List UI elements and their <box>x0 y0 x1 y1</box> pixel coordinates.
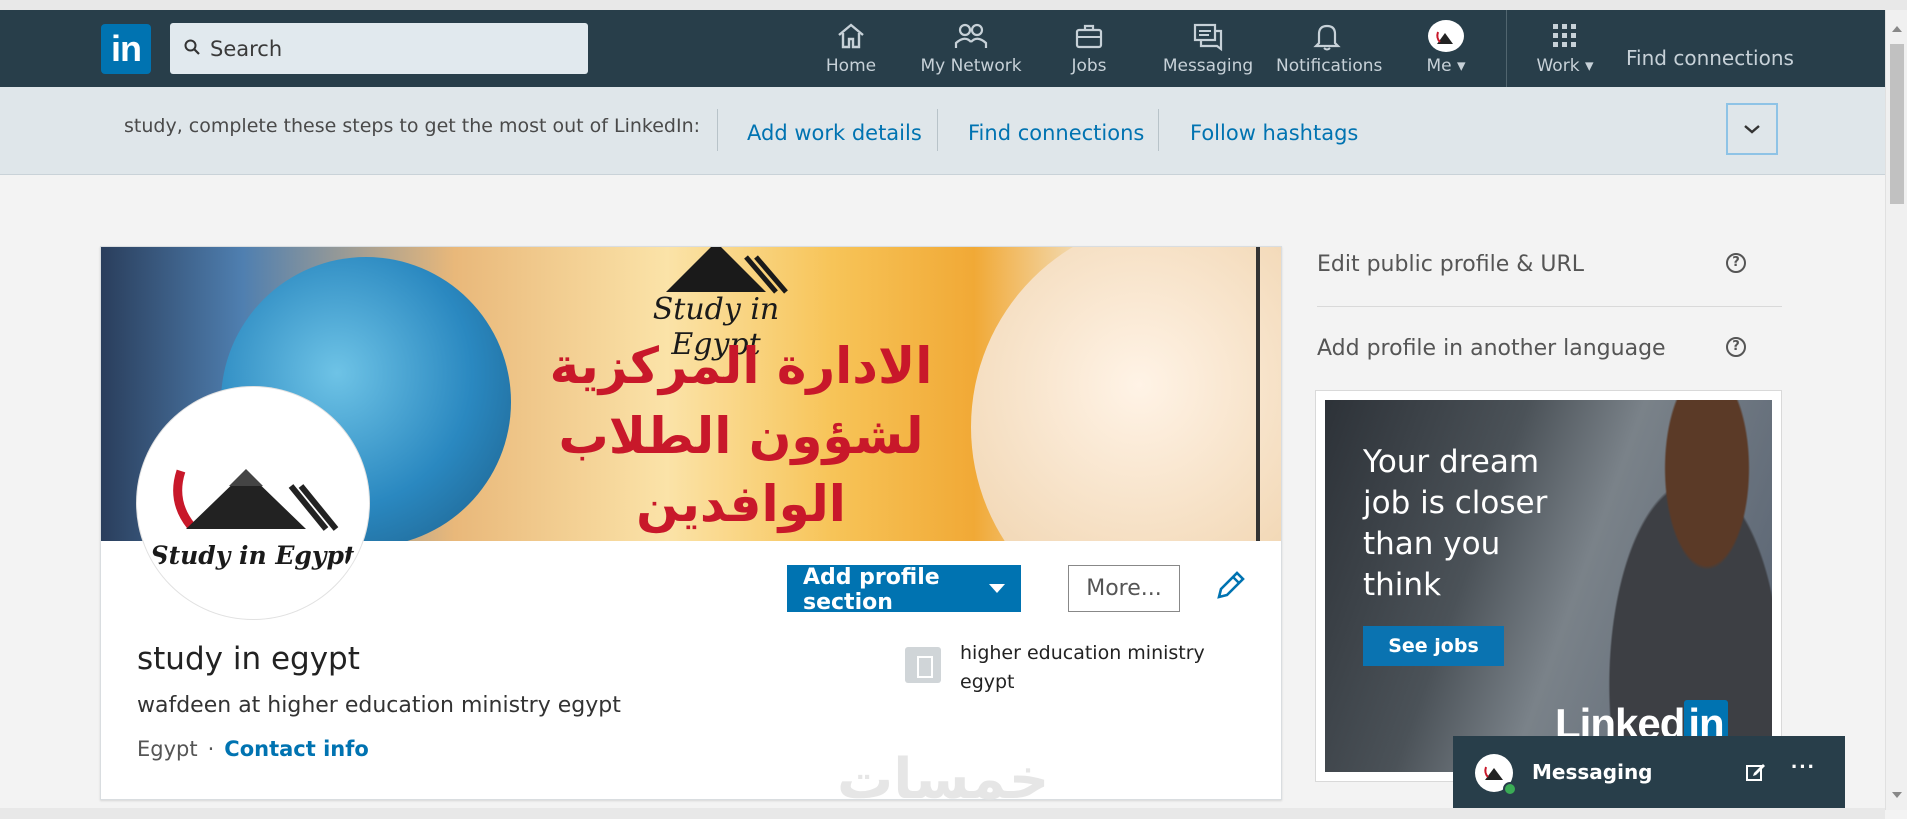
nav-home-label: Home <box>825 56 877 76</box>
globe-graphic <box>971 247 1281 541</box>
grid-icon <box>1553 24 1576 47</box>
messaging-title: Messaging <box>1532 760 1653 784</box>
collapse-button[interactable] <box>1726 103 1778 155</box>
more-button[interactable]: More... <box>1068 565 1180 612</box>
nav-my-network-label: My Network <box>920 56 1022 76</box>
onboarding-divider <box>1158 109 1159 151</box>
study-in-egypt-logo-icon <box>1436 31 1453 44</box>
onboarding-divider <box>937 109 938 151</box>
cover-arabic-line: لشؤون الطلاب <box>558 407 924 465</box>
separator-dot: · <box>207 737 215 761</box>
company-icon <box>905 647 941 683</box>
linkedin-logo[interactable]: in <box>101 24 151 74</box>
nav-notifications-label: Notifications <box>1276 56 1383 76</box>
search-box[interactable] <box>170 23 588 74</box>
nav-work-label: Work <box>1536 56 1580 76</box>
scroll-down-arrow-icon[interactable] <box>1892 792 1902 798</box>
cover-arabic-line: الوافدين <box>636 475 846 533</box>
profile-headline: wafdeen at higher education ministry egy… <box>137 693 621 718</box>
help-icon[interactable]: ? <box>1726 253 1746 273</box>
online-status-dot <box>1503 782 1517 796</box>
pencil-icon[interactable] <box>1213 569 1247 603</box>
onboarding-intro: study, complete these steps to get the m… <box>124 115 701 137</box>
profile-card: Study in Egypt الادارة المركزية لشؤون ال… <box>100 246 1282 812</box>
watermark: خمسات <box>837 747 1050 812</box>
messaging-icon <box>1193 23 1223 52</box>
home-icon <box>838 23 864 49</box>
scrollbar-thumb[interactable] <box>1890 44 1904 204</box>
messaging-dock[interactable]: Messaging ··· <box>1453 736 1845 808</box>
avatar <box>1428 20 1464 52</box>
nav-work[interactable]: Work ▾ <box>1530 20 1600 80</box>
horizontal-scroll-area <box>0 808 1885 819</box>
search-input[interactable] <box>210 23 580 74</box>
onboarding-divider <box>717 109 718 151</box>
more-options-icon[interactable]: ··· <box>1791 754 1816 780</box>
see-jobs-button[interactable]: See jobs <box>1363 626 1504 666</box>
profile-location-row: Egypt · Contact info <box>137 737 369 761</box>
company-name[interactable]: higher education ministry egypt <box>960 639 1250 697</box>
browser-chrome-top <box>0 0 1907 10</box>
step-add-work-details[interactable]: Add work details <box>747 121 922 145</box>
global-nav: in Home My Network Jobs <box>0 10 1885 87</box>
pyramid-logo-icon <box>666 247 788 294</box>
help-icon[interactable]: ? <box>1726 337 1746 357</box>
nav-notifications[interactable]: Notifications <box>1276 20 1383 80</box>
cover-decoration <box>1256 247 1260 541</box>
cover-arabic-line: الادارة المركزية <box>549 337 933 395</box>
job-ad[interactable]: Your dream job is closer than you think … <box>1325 400 1772 772</box>
network-icon <box>954 23 988 48</box>
chevron-down-icon: ▾ <box>1584 56 1594 76</box>
chevron-down-icon: ▾ <box>1457 56 1466 76</box>
ad-container: Your dream job is closer than you think … <box>1315 390 1782 782</box>
nav-me[interactable]: Me ▾ <box>1418 20 1474 80</box>
profile-name: study in egypt <box>137 641 360 677</box>
briefcase-icon <box>1075 24 1103 49</box>
add-profile-section-label: Add profile section <box>803 565 940 615</box>
nav-divider <box>1506 10 1507 87</box>
find-connections-link[interactable]: Find connections <box>1626 46 1794 70</box>
bell-icon <box>1313 24 1341 51</box>
nav-me-label: Me <box>1426 56 1452 76</box>
scroll-up-arrow-icon[interactable] <box>1892 26 1902 32</box>
contact-info-link[interactable]: Contact info <box>224 737 369 761</box>
nav-jobs[interactable]: Jobs <box>1068 20 1110 80</box>
edit-public-profile-link[interactable]: Edit public profile & URL <box>1317 252 1584 277</box>
profile-location: Egypt <box>137 737 198 761</box>
nav-jobs-label: Jobs <box>1071 56 1107 76</box>
nav-messaging[interactable]: Messaging <box>1162 20 1254 80</box>
caret-down-icon <box>989 584 1005 593</box>
add-profile-section-button[interactable]: Add profile section <box>787 565 1021 615</box>
step-follow-hashtags[interactable]: Follow hashtags <box>1190 121 1358 145</box>
chevron-down-icon <box>1744 125 1760 134</box>
photo-brand-text: Study in Egypt <box>150 541 356 570</box>
profile-photo[interactable]: Study in Egypt <box>137 387 369 619</box>
ad-headline: Your dream job is closer than you think <box>1363 444 1548 603</box>
compose-icon[interactable] <box>1745 760 1767 782</box>
search-icon <box>184 39 200 55</box>
add-profile-language-link[interactable]: Add profile in another language <box>1317 336 1666 361</box>
scrollbar[interactable] <box>1885 10 1907 810</box>
rail-divider <box>1317 306 1782 307</box>
step-find-connections[interactable]: Find connections <box>968 121 1144 145</box>
nav-messaging-label: Messaging <box>1162 56 1254 76</box>
nav-home[interactable]: Home <box>820 20 882 80</box>
nav-my-network[interactable]: My Network <box>918 20 1024 80</box>
onboarding-bar: study, complete these steps to get the m… <box>0 87 1885 175</box>
